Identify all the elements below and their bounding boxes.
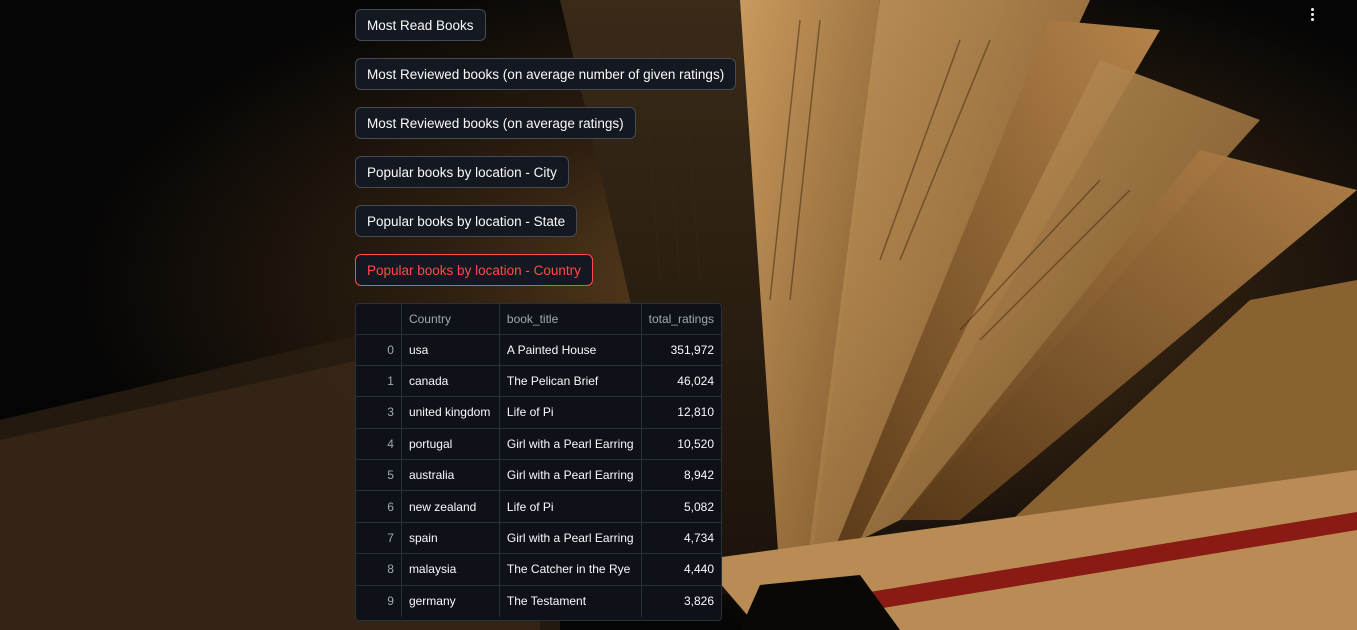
book-title-cell[interactable]: Life of Pi (499, 396, 642, 429)
row-index-cell[interactable]: 5 (356, 459, 402, 492)
total-ratings-header[interactable]: total_ratings (641, 304, 721, 335)
country-header[interactable]: Country (401, 304, 500, 335)
table-row: 4 portugal Girl with a Pearl Earring 10,520 (356, 428, 721, 461)
book-title-cell[interactable]: The Testament (499, 585, 642, 617)
most-reviewed-count-button[interactable]: Most Reviewed books (on average number o… (355, 58, 737, 90)
row-index-cell[interactable]: 9 (356, 585, 402, 617)
country-cell[interactable]: malaysia (401, 553, 500, 586)
country-cell[interactable]: usa (401, 334, 500, 366)
book-title-header[interactable]: book_title (499, 304, 642, 335)
total-ratings-cell[interactable]: 46,024 (641, 365, 721, 398)
row-index-cell[interactable]: 1 (356, 365, 402, 398)
book-title-cell[interactable]: The Pelican Brief (499, 365, 642, 398)
results-table: Country book_title total_ratings 0 usa A P… (356, 304, 721, 617)
popular-by-city-button[interactable]: Popular books by location - City (355, 156, 569, 188)
total-ratings-cell[interactable]: 3,826 (641, 585, 721, 616)
row-index-cell[interactable]: 6 (356, 490, 402, 523)
table-row: 7 spain Girl with a Pearl Earring 4,734 (356, 522, 721, 555)
row-index-cell[interactable]: 0 (356, 334, 402, 366)
table-row: 6 new zealand Life of Pi 5,082 (356, 490, 721, 523)
book-title-cell[interactable]: Girl with a Pearl Earring (499, 522, 642, 555)
country-cell[interactable]: australia (401, 459, 500, 492)
index-header (356, 304, 402, 335)
total-ratings-cell[interactable]: 8,942 (641, 459, 721, 492)
total-ratings-cell[interactable]: 4,440 (641, 553, 721, 586)
country-cell[interactable]: germany (401, 585, 500, 617)
table-row: 3 united kingdom Life of Pi 12,810 (356, 396, 721, 429)
country-cell[interactable]: portugal (401, 428, 500, 461)
book-title-cell[interactable]: Life of Pi (499, 490, 642, 523)
country-cell[interactable]: canada (401, 365, 500, 398)
table-row: 0 usa A Painted House 351,972 (356, 334, 721, 366)
row-index-cell[interactable]: 3 (356, 396, 402, 429)
total-ratings-cell[interactable]: 10,520 (641, 428, 721, 461)
total-ratings-cell[interactable]: 4,734 (641, 522, 721, 555)
row-index-cell[interactable]: 7 (356, 522, 402, 555)
popular-by-country-button[interactable]: Popular books by location - Country (355, 254, 593, 286)
most-read-books-button[interactable]: Most Read Books (355, 9, 486, 41)
book-title-cell[interactable]: Girl with a Pearl Earring (499, 459, 642, 492)
results-dataframe[interactable]: Country book_title total_ratings 0 usa A P… (355, 303, 722, 621)
total-ratings-cell[interactable]: 12,810 (641, 396, 721, 429)
row-index-cell[interactable]: 8 (356, 553, 402, 586)
table-header-row: Country book_title total_ratings (356, 304, 721, 335)
table-row: 1 canada The Pelican Brief 46,024 (356, 365, 721, 398)
table-row: 9 germany The Testament 3,826 (356, 585, 721, 617)
table-row: 5 australia Girl with a Pearl Earring 8,942 (356, 459, 721, 492)
row-index-cell[interactable]: 4 (356, 428, 402, 461)
kebab-menu-icon[interactable] (1300, 3, 1324, 25)
country-cell[interactable]: spain (401, 522, 500, 555)
book-title-cell[interactable]: The Catcher in the Rye (499, 553, 642, 586)
book-title-cell[interactable]: Girl with a Pearl Earring (499, 428, 642, 461)
table-row: 8 malaysia The Catcher in the Rye 4,440 (356, 553, 721, 586)
book-title-cell[interactable]: A Painted House (499, 334, 642, 366)
most-reviewed-avg-button[interactable]: Most Reviewed books (on average ratings) (355, 107, 636, 139)
total-ratings-cell[interactable]: 5,082 (641, 490, 721, 523)
total-ratings-cell[interactable]: 351,972 (641, 334, 721, 366)
country-cell[interactable]: united kingdom (401, 396, 500, 429)
popular-by-state-button[interactable]: Popular books by location - State (355, 205, 578, 237)
country-cell[interactable]: new zealand (401, 490, 500, 523)
